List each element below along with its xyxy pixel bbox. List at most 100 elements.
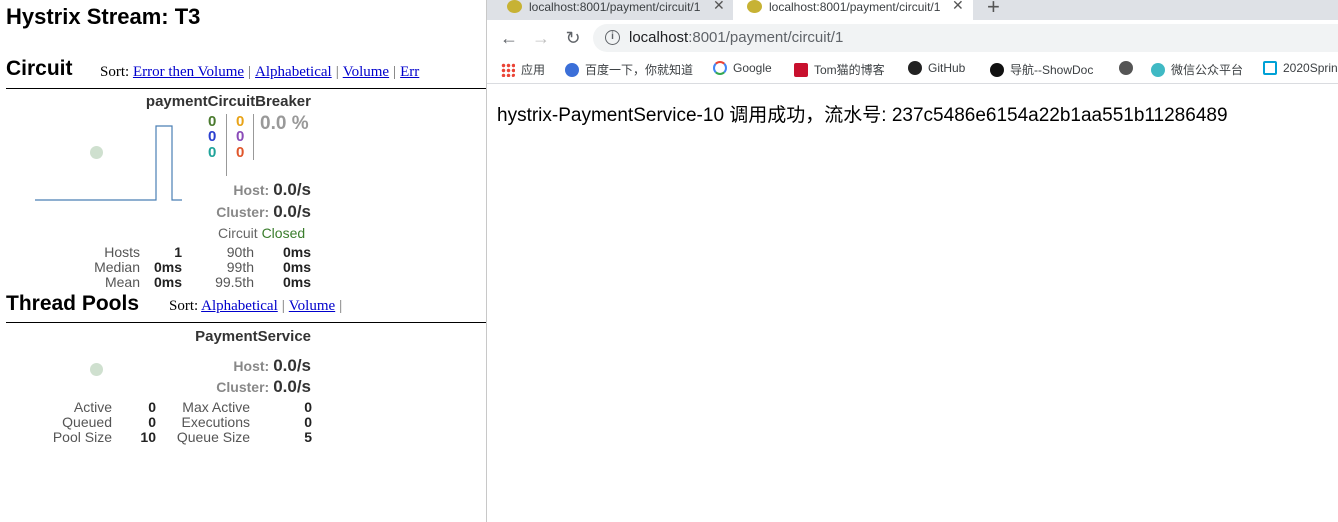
info-icon[interactable]: i [605,30,620,45]
p995-value: 0ms [282,274,311,290]
close-tab-icon[interactable]: ✕ [713,0,725,14]
bookmarks-bar: 应用 百度一下，你就知道 Google Tom猫的博客 GitHub 导航--S… [487,58,1338,84]
threadpool-sort-bar: Sort: Alphabetical | Volume | [169,298,343,314]
cluster-label: Cluster: [216,204,270,220]
bookmark-wechat-mp[interactable]: 微信公众平台 [1151,61,1243,81]
active-value: 0 [148,399,156,415]
hosts-label: Hosts [104,244,140,260]
new-tab-button[interactable]: + [987,0,1000,20]
circuit-cluster-rate: Cluster: 0.0/s [190,202,311,222]
threadpool-host-rate: Host: 0.0/s [190,356,311,376]
queue-size-value: 5 [304,429,312,445]
failure-count: 0 [236,144,245,161]
mean-value: 0ms [153,274,182,290]
bookmark-2020spring[interactable]: 2020Sprin [1263,61,1338,81]
sort-alphabetical-link[interactable]: Alphabetical [255,64,332,80]
p995-label: 99.5th [215,274,254,290]
circuit-sort-bar: Sort: Error then Volume | Alphabetical | Vol… [100,64,420,80]
wechat-mp-icon [1151,63,1165,77]
short-circuited-count: 0 [208,128,217,145]
forward-button[interactable]: → [531,28,551,48]
median-label: Median [94,259,140,275]
sort-volume-link[interactable]: Volume [343,64,389,80]
reload-button[interactable]: ↻ [563,28,583,48]
circuit-section-title: Circuit [6,57,73,80]
queued-value: 0 [148,414,156,430]
bookmark-label: GitHub [928,61,966,75]
bookmark-github[interactable]: GitHub [908,61,965,81]
cluster-label: Cluster: [216,379,270,395]
mean-label: Mean [104,274,140,290]
leaf-favicon-icon [747,0,762,13]
max-active-value: 0 [304,399,312,415]
threadpool-divider [6,322,486,323]
median-value: 0ms [153,259,182,275]
max-active-label: Max Active [182,399,250,415]
cluster-rate-value: 0.0/s [273,377,311,396]
queued-label: Queued [62,414,112,430]
apps-grid-icon [501,63,515,77]
hosts-value: 1 [174,244,182,260]
circuit-health-dot [90,146,103,159]
bookmark-label: 应用 [521,63,546,77]
bookmark-google[interactable]: Google [713,61,772,81]
page-title: Hystrix Stream: T3 [6,4,201,29]
showdoc-icon [990,63,1004,77]
p90-label: 90th [226,244,254,260]
address-bar[interactable]: i localhost:8001/payment/circuit/1 [593,24,1338,52]
tab-1[interactable]: localhost:8001/payment/circuit/1 ✕ [487,0,727,20]
back-button[interactable]: ← [499,28,519,48]
close-tab-icon[interactable]: ✕ [952,0,964,14]
executions-value: 0 [304,414,312,430]
github-icon [908,61,922,75]
threadpool-stats: Active 0 Max Active 0 Queued 0 Execution… [44,400,312,445]
browser-window: localhost:8001/payment/circuit/1 ✕ local… [486,0,1338,522]
threadpool-health-dot [90,363,103,376]
pool-size-value: 10 [140,429,156,445]
bookmark-baidu[interactable]: 百度一下，你就知道 [565,61,693,81]
circuit-host-rate: Host: 0.0/s [190,180,311,200]
circuit-name: paymentCircuitBreaker [145,93,311,110]
tab-2-active[interactable]: localhost:8001/payment/circuit/1 ✕ [733,0,973,20]
sort-label: Sort: [169,298,199,314]
tv-icon [1263,61,1277,75]
threadpool-cluster-rate: Cluster: 0.0/s [190,377,311,397]
bookmark-globe[interactable] [1119,61,1139,81]
tom-blog-icon [794,63,808,77]
browser-toolbar: ← → ↻ i localhost:8001/payment/circuit/1 [487,20,1338,56]
host-label: Host: [233,182,270,198]
bookmark-label: Google [733,61,772,75]
sort-error-then-volume-link[interactable]: Error then Volume [133,64,244,80]
queue-size-label: Queue Size [176,429,250,445]
threadpool-name: PaymentService [195,328,311,345]
bookmark-label: 百度一下，你就知道 [585,63,694,77]
tab-strip: localhost:8001/payment/circuit/1 ✕ local… [487,0,1338,20]
rejected-count: 0 [236,128,245,145]
bookmark-showdoc[interactable]: 导航--ShowDoc [990,61,1093,81]
bad-request-count: 0 [208,144,217,161]
bookmark-tom-blog[interactable]: Tom猫的博客 [794,61,885,81]
p99-label: 99th [226,259,254,275]
bookmark-apps[interactable]: 应用 [501,61,545,81]
url-text[interactable]: localhost:8001/payment/circuit/1 [629,29,843,46]
circuit-status: Circuit Closed [218,225,305,241]
pool-size-label: Pool Size [52,429,112,445]
host-label: Host: [233,358,270,374]
host-rate-value: 0.0/s [273,180,311,199]
circuit-divider [6,88,486,89]
counts-divider [226,114,227,176]
threadpools-section-title: Thread Pools [6,292,140,315]
pct-divider [253,114,254,160]
tp-sort-alphabetical-link[interactable]: Alphabetical [201,298,278,314]
cluster-rate-value: 0.0/s [273,202,311,221]
leaf-favicon-icon [507,0,522,13]
url-path: :8001/payment/circuit/1 [688,29,844,46]
hystrix-dashboard: Hystrix Stream: T3 Circuit Sort: Error t… [0,0,486,522]
bookmark-label: Tom猫的博客 [814,63,885,77]
active-label: Active [73,399,112,415]
bookmark-label: 导航--ShowDoc [1010,63,1094,77]
tab-title: localhost:8001/payment/circuit/1 [769,0,941,14]
sort-error-link[interactable]: Err [400,64,419,80]
tp-sort-volume-link[interactable]: Volume [289,298,335,314]
host-rate-value: 0.0/s [273,356,311,375]
